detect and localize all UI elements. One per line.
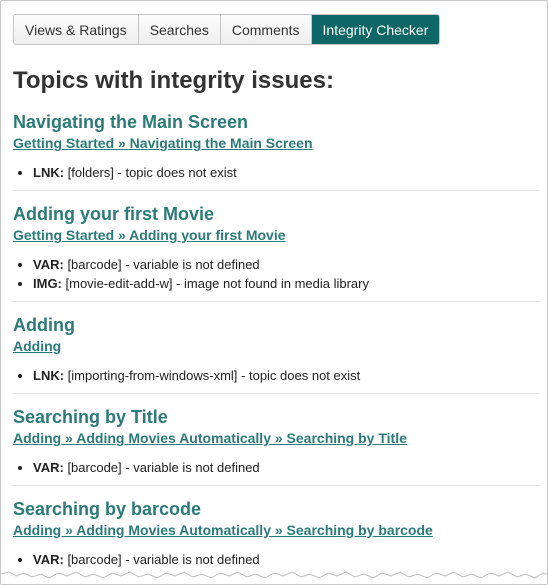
- issue-list: VAR: [barcode] - variable is not defined: [13, 550, 539, 569]
- page-title: Topics with integrity issues:: [13, 67, 334, 94]
- issue-type: VAR:: [33, 552, 64, 567]
- topic-title-link[interactable]: Navigating the Main Screen: [13, 111, 539, 133]
- issue-item: LNK: [folders] - topic does not exist: [33, 163, 539, 182]
- issue-text: [barcode] - variable is not defined: [67, 460, 260, 475]
- issue-type: IMG:: [33, 276, 62, 291]
- topic-breadcrumb-link[interactable]: Adding » Adding Movies Automatically » S…: [13, 429, 539, 448]
- issue-type: VAR:: [33, 257, 64, 272]
- issue-list: VAR: [barcode] - variable is not defined…: [13, 255, 539, 293]
- topic-list: Navigating the Main Screen Getting Start…: [13, 111, 539, 578]
- tab-comments[interactable]: Comments: [220, 15, 312, 44]
- issue-text: [barcode] - variable is not defined: [67, 257, 260, 272]
- topic-item: Adding Adding LNK: [importing-from-windo…: [13, 314, 539, 394]
- issue-item: VAR: [barcode] - variable is not defined: [33, 458, 539, 477]
- tab-integrity-checker[interactable]: Integrity Checker: [311, 15, 440, 44]
- tab-views-ratings[interactable]: Views & Ratings: [14, 15, 139, 44]
- issue-item: IMG: [movie-edit-add-w] - image not foun…: [33, 274, 539, 293]
- torn-edge-decoration: [1, 571, 547, 584]
- issue-text: [movie-edit-add-w] - image not found in …: [65, 276, 369, 291]
- issue-text: [importing-from-windows-xml] - topic doe…: [67, 368, 361, 383]
- issue-type: LNK:: [33, 165, 65, 180]
- issue-type: VAR:: [33, 460, 64, 475]
- issue-item: VAR: [barcode] - variable is not defined: [33, 255, 539, 274]
- issue-item: VAR: [barcode] - variable is not defined: [33, 550, 539, 569]
- topic-item: Navigating the Main Screen Getting Start…: [13, 111, 539, 191]
- topic-title-link[interactable]: Searching by Title: [13, 406, 539, 428]
- topic-breadcrumb-link[interactable]: Adding: [13, 337, 539, 356]
- topic-breadcrumb-link[interactable]: Getting Started » Navigating the Main Sc…: [13, 134, 539, 153]
- topic-title-link[interactable]: Adding your first Movie: [13, 203, 539, 225]
- topic-title-link[interactable]: Searching by barcode: [13, 498, 539, 520]
- integrity-checker-panel: Views & Ratings Searches Comments Integr…: [0, 0, 548, 585]
- issue-type: LNK:: [33, 368, 65, 383]
- topic-item: Searching by Title Adding » Adding Movie…: [13, 406, 539, 486]
- topic-item: Adding your first Movie Getting Started …: [13, 203, 539, 302]
- issue-list: LNK: [folders] - topic does not exist: [13, 163, 539, 182]
- issue-list: LNK: [importing-from-windows-xml] - topi…: [13, 366, 539, 385]
- topic-breadcrumb-link[interactable]: Getting Started » Adding your first Movi…: [13, 226, 539, 245]
- issue-text: [barcode] - variable is not defined: [67, 552, 260, 567]
- topic-breadcrumb-link[interactable]: Adding » Adding Movies Automatically » S…: [13, 521, 539, 540]
- tab-bar: Views & Ratings Searches Comments Integr…: [13, 14, 441, 45]
- topic-title-link[interactable]: Adding: [13, 314, 539, 336]
- issue-list: VAR: [barcode] - variable is not defined: [13, 458, 539, 477]
- topic-item: Searching by barcode Adding » Adding Mov…: [13, 498, 539, 578]
- issue-text: [folders] - topic does not exist: [67, 165, 237, 180]
- issue-item: LNK: [importing-from-windows-xml] - topi…: [33, 366, 539, 385]
- tab-searches[interactable]: Searches: [138, 15, 221, 44]
